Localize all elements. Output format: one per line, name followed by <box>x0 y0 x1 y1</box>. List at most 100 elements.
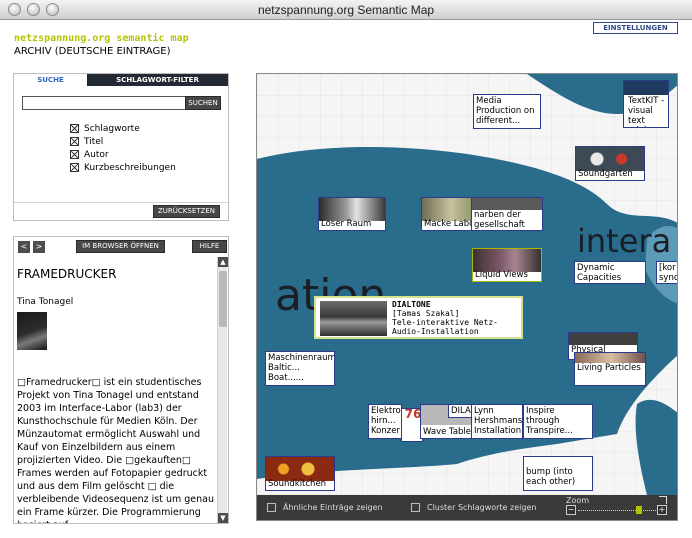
checkbox-kurzbeschreibungen[interactable]: Kurzbeschreibungen <box>70 161 176 174</box>
scroll-down-icon[interactable]: ▼ <box>218 513 228 523</box>
scroll-up-icon[interactable]: ▲ <box>218 257 228 267</box>
detail-description: □Framedrucker□ ist ein studentisches Pro… <box>17 377 215 523</box>
cluster-keywords-label: Cluster Schlagworte zeigen <box>427 503 537 512</box>
map-node-thumbnail <box>472 198 542 210</box>
map-node[interactable]: Soundkitchen <box>265 456 335 491</box>
map-node[interactable]: Loser Raum <box>318 197 386 231</box>
tooltip-title: DIALTONE <box>392 300 431 309</box>
map-node-label: Maschinenraum Baltic... Boat...... <box>268 353 335 383</box>
cluster-keywords-checkbox[interactable] <box>411 503 420 512</box>
map-tooltip-dialtone[interactable]: DIALTONE [Tamas Szakal] Tele-interaktive… <box>314 296 523 339</box>
map-node-label: Macke Labor <box>424 219 477 229</box>
map-node-label: TextKIT - visual text mining <box>628 96 665 127</box>
map-node-label: Inspire through Transpire... <box>526 406 573 436</box>
search-tabs: SUCHE SCHLAGWORT-FILTER <box>14 74 228 86</box>
detail-scrollbar[interactable]: ▲ ▼ <box>217 257 228 523</box>
map-node[interactable]: Lynn Hershmans Installation <box>471 404 523 439</box>
map-node[interactable]: narben der gesellschaft <box>471 197 543 231</box>
detail-thumbnail[interactable] <box>17 312 47 350</box>
detail-author: Tina Tonagel <box>17 297 74 307</box>
help-button[interactable]: HILFE <box>192 240 227 253</box>
map-node[interactable]: bump (into each other) <box>523 456 593 491</box>
panel-divider <box>14 202 228 203</box>
detail-content: FRAMEDRUCKER Tina Tonagel □Framedrucker□… <box>17 267 215 523</box>
search-panel: SUCHE SCHLAGWORT-FILTER SUCHEN Schlagwor… <box>13 73 229 221</box>
page-subtitle: ARCHIV (DEUTSCHE EINTRAGE) <box>14 46 171 57</box>
map-node-thumbnail <box>569 333 637 345</box>
zoom-in-button[interactable]: + <box>657 505 667 515</box>
similar-entries-checkbox[interactable] <box>267 503 276 512</box>
map-node[interactable]: Media Production on different... <box>473 94 541 129</box>
detail-title: FRAMEDRUCKER <box>17 267 117 281</box>
checkbox-label: Kurzbeschreibungen <box>84 162 176 173</box>
zoom-slider-handle[interactable] <box>636 506 642 514</box>
checkbox-checked-icon[interactable] <box>70 137 79 146</box>
expand-icon[interactable] <box>659 496 667 504</box>
map-node[interactable]: Inspire through Transpire... <box>523 404 593 439</box>
map-node[interactable]: Dynamic Capacities <box>574 261 646 284</box>
tooltip-author: [Tamas Szakal] <box>392 309 460 318</box>
zoom-label: Zoom <box>566 496 590 505</box>
reset-button[interactable]: ZURÜCKSETZEN <box>153 205 220 218</box>
checkbox-titel[interactable]: Titel <box>70 135 103 148</box>
map-node-label: Media Production on different... <box>476 96 535 126</box>
zoom-out-button[interactable]: − <box>566 505 576 515</box>
tab-suche[interactable]: SUCHE <box>14 74 87 86</box>
map-node-label: bump (into each other) <box>526 467 576 487</box>
map-node[interactable]: Living Particles <box>574 352 646 386</box>
map-node-label: Loser Raum <box>321 219 372 229</box>
zoom-slider-track[interactable] <box>578 510 658 511</box>
window-titlebar: netzspannung.org Semantic Map <box>0 0 692 20</box>
map-node-label: [kor synd <box>659 263 678 283</box>
search-button[interactable]: SUCHEN <box>185 96 221 110</box>
map-node-label: Soundkitchen <box>268 479 327 489</box>
map-node-label: Dynamic Capacities <box>577 263 622 283</box>
checkbox-checked-icon[interactable] <box>70 163 79 172</box>
checkbox-label: Titel <box>84 136 104 147</box>
checkbox-autor[interactable]: Autor <box>70 148 109 161</box>
map-node-label: Wave Table <box>423 427 471 437</box>
map-node-label: Liquid Views <box>475 270 528 280</box>
map-node[interactable]: TextKIT - visual text mining <box>623 80 669 128</box>
next-button[interactable]: > <box>33 241 45 253</box>
checkbox-checked-icon[interactable] <box>70 124 79 133</box>
map-node[interactable]: Soundgarten <box>575 146 645 181</box>
semantic-map[interactable]: ation intera Media Production on differe… <box>256 73 678 521</box>
scroll-thumb[interactable] <box>219 271 227 327</box>
checkbox-label: Autor <box>84 149 109 160</box>
checkbox-label: Schlagworte <box>84 123 140 134</box>
search-input[interactable] <box>22 96 198 110</box>
cluster-label-intera: intera <box>577 222 672 260</box>
map-node-thumbnail <box>624 81 668 95</box>
map-node-thumbnail <box>575 353 645 363</box>
settings-button[interactable]: EINSTELLUNGEN <box>593 22 678 34</box>
tooltip-thumbnail <box>320 301 387 336</box>
map-node-label: DILA <box>451 406 471 416</box>
detail-panel: < > IM BROWSER ÖFFNEN HILFE FRAMEDRUCKER… <box>13 236 229 524</box>
map-node[interactable]: Maschinenraum Baltic... Boat...... <box>265 351 335 386</box>
map-node-label: narben der gesellschaft <box>474 210 525 230</box>
tooltip-text: DIALTONE [Tamas Szakal] Tele-interaktive… <box>392 300 522 336</box>
open-in-browser-button[interactable]: IM BROWSER ÖFFNEN <box>76 240 165 253</box>
map-node-label: Elektro hirn... Konzer <box>371 406 401 436</box>
checkbox-checked-icon[interactable] <box>70 150 79 159</box>
prev-button[interactable]: < <box>18 241 30 253</box>
map-node-label: Soundgarten <box>578 169 633 179</box>
map-node-thumbnail <box>266 457 334 481</box>
map-node-thumbnail <box>319 198 385 221</box>
map-node-label: Living Particles <box>577 363 641 373</box>
similar-entries-label: Ähnliche Einträge zeigen <box>283 503 383 512</box>
map-node-label: Lynn Hershmans Installation <box>474 406 523 436</box>
map-node[interactable]: DILA <box>448 404 472 418</box>
tab-schlagwort-filter[interactable]: SCHLAGWORT-FILTER <box>87 74 228 86</box>
map-node[interactable]: [kor synd <box>656 261 678 284</box>
map-node-thumbnail <box>473 249 541 272</box>
checkbox-schlagworte[interactable]: Schlagworte <box>70 122 140 135</box>
window-title: netzspannung.org Semantic Map <box>257 3 435 17</box>
tooltip-description: Tele-interaktive Netz-Audio-Installation <box>392 318 498 336</box>
map-toolbar: Ähnliche Einträge zeigen Cluster Schlagw… <box>257 495 677 520</box>
map-node-thumbnail <box>576 147 644 171</box>
map-node[interactable]: Liquid Views <box>472 248 542 282</box>
brand-title: netzspannung.org semantic map <box>14 33 189 44</box>
map-node[interactable]: Elektro hirn... Konzer <box>368 404 402 439</box>
